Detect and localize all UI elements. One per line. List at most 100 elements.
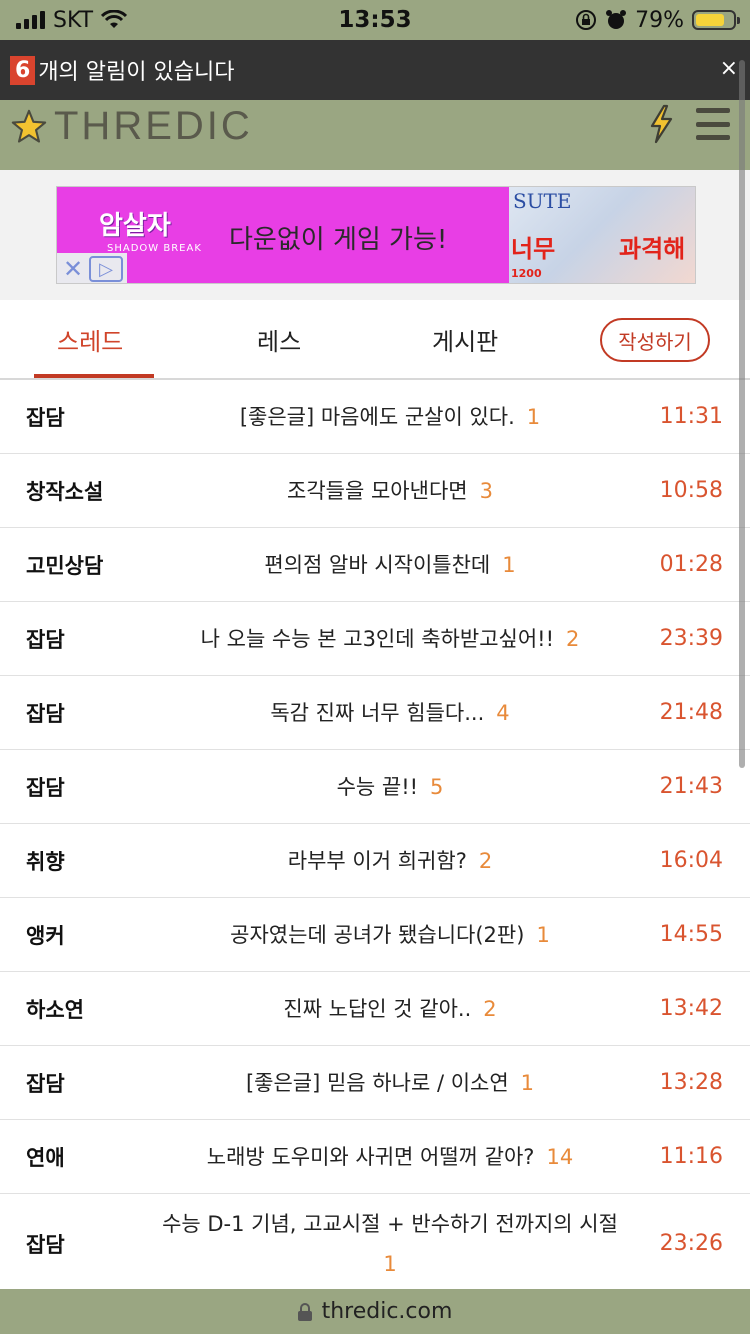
ad-right-image: SUTE 너무 과격해 1200 [509,187,695,283]
ad-banner[interactable]: 암살자 SHADOW BREAK 다운없이 게임 가능! SUTE 너무 과격해… [56,186,696,284]
thread-reply-count: 2 [478,848,493,873]
tab-boards[interactable]: 게시판 [432,322,498,357]
thread-title-cell[interactable]: 나 오늘 수능 본 고3인데 축하받고싶어!! 2 [140,602,640,675]
thread-row[interactable]: 고민상담 편의점 알바 시작이틀찬데 1 01:28 [0,528,750,602]
lightning-icon[interactable] [646,104,676,144]
hamburger-menu-icon[interactable] [696,108,730,140]
active-tab-indicator [34,374,154,378]
thread-title: 노래방 도우미와 사귀면 어떨꺼 같아? [206,1144,535,1169]
tab-threads[interactable]: 스레드 [57,322,123,357]
thread-category: 잡담 [26,1232,65,1257]
thread-title-cell[interactable]: [좋은글] 믿음 하나로 / 이소연 1 [140,1046,640,1119]
thread-category: 잡담 [26,405,65,430]
ad-right-text-2: 과격해 [619,235,686,263]
thread-title-cell[interactable]: 조각들을 모아낸다면 3 [140,454,640,527]
thread-title: [좋은글] 마음에도 군살이 있다. [239,404,515,429]
thread-category: 연애 [26,1145,65,1170]
thread-category: 잡담 [26,1071,65,1096]
thread-time: 10:58 [659,478,723,503]
thread-row[interactable]: 잡담 수능 끝!! 5 21:43 [0,750,750,824]
ad-right-small: 1200 [511,267,542,280]
thread-time: 23:26 [659,1231,723,1256]
thread-title: 편의점 알바 시작이틀찬데 [264,552,491,577]
thread-title-cell[interactable]: 편의점 알바 시작이틀찬데 1 [140,528,640,601]
thread-time: 11:16 [659,1144,723,1169]
thread-row[interactable]: 앵커 공자였는데 공녀가 됐습니다(2판) 1 14:55 [0,898,750,972]
thread-title: 나 오늘 수능 본 고3인데 축하받고싶어!! [200,626,554,651]
thread-category: 취향 [26,849,65,874]
thread-reply-count: 1 [520,1070,535,1095]
thread-title-cell[interactable]: 라부부 이거 희귀함? 2 [140,824,640,897]
thread-title-cell[interactable]: [좋은글] 마음에도 군살이 있다. 1 [140,380,640,453]
thread-title: 라부부 이거 희귀함? [287,848,467,873]
notification-close-button[interactable]: × [720,56,738,81]
thread-row[interactable]: 연애 노래방 도우미와 사귀면 어떨꺼 같아? 14 11:16 [0,1120,750,1194]
thread-title-cell[interactable]: 진짜 노답인 것 같아.. 2 [140,972,640,1045]
thread-row[interactable]: 잡담 나 오늘 수능 본 고3인데 축하받고싶어!! 2 23:39 [0,602,750,676]
status-left: SKT [16,8,128,33]
thread-row[interactable]: 잡담 수능 D-1 기념, 고교시절 + 반수하기 전까지의 시절 1 23:26 [0,1194,750,1294]
ad-area: 암살자 SHADOW BREAK 다운없이 게임 가능! SUTE 너무 과격해… [0,170,750,300]
ad-game-logo: 암살자 [99,211,171,241]
thread-row[interactable]: 취향 라부부 이거 희귀함? 2 16:04 [0,824,750,898]
thread-time: 11:31 [659,404,723,429]
status-bar: SKT 13:53 79% [0,0,750,40]
scrollbar[interactable] [739,60,745,768]
star-icon [11,109,47,143]
thread-title: [좋은글] 믿음 하나로 / 이소연 [245,1070,509,1095]
ad-choices-icon[interactable]: ▷ [89,256,123,282]
thread-reply-count: 1 [502,552,516,577]
notification-bar[interactable]: 6 개의 알림이 있습니다 × [0,40,750,100]
logo-text: THREDIC [54,104,253,148]
url-text: thredic.com [321,1299,453,1324]
write-button[interactable]: 작성하기 [600,318,710,362]
thread-reply-count: 1 [383,1251,397,1276]
thread-title-cell[interactable]: 공자였는데 공녀가 됐습니다(2판) 1 [140,898,640,971]
thread-reply-count: 2 [483,996,497,1021]
thread-list: 잡담 [좋은글] 마음에도 군살이 있다. 1 11:31 창작소설 조각들을 모… [0,380,750,1294]
thread-title: 수능 끝!! [336,774,419,799]
thread-title: 수능 D-1 기념, 고교시절 + 반수하기 전까지의 시절 [162,1211,618,1236]
notification-text: 개의 알림이 있습니다 [38,60,235,85]
url-bar[interactable]: thredic.com [0,1289,750,1334]
thread-time: 23:39 [659,626,723,651]
thread-category: 앵커 [26,923,65,948]
thread-time: 14:55 [659,922,723,947]
ad-right-text-1: 너무 [511,235,556,263]
site-header: THREDIC [0,100,750,170]
thread-reply-count: 4 [496,700,510,725]
ad-close-icon[interactable]: ✕ [57,255,89,283]
tab-bar: 스레드 레스 게시판 작성하기 [0,300,750,380]
battery-icon [692,10,740,30]
thread-title-cell[interactable]: 노래방 도우미와 사귀면 어떨꺼 같아? 14 [140,1120,640,1193]
thread-category: 창작소설 [26,479,104,504]
alarm-icon [606,10,627,29]
thread-title-cell[interactable]: 독감 진짜 너무 힘들다... 4 [140,676,640,749]
battery-percent: 79% [635,7,684,33]
thread-reply-count: 1 [526,404,541,429]
lock-icon [297,1302,312,1321]
thread-reply-count: 3 [479,478,493,503]
ad-headline: 다운없이 게임 가능! [229,225,448,255]
thread-title-cell[interactable]: 수능 D-1 기념, 고교시절 + 반수하기 전까지의 시절 1 [140,1194,640,1293]
thread-row[interactable]: 잡담 [좋은글] 마음에도 군살이 있다. 1 11:31 [0,380,750,454]
thread-category: 잡담 [26,627,65,652]
rotation-lock-icon [576,10,597,30]
thread-row[interactable]: 창작소설 조각들을 모아낸다면 3 10:58 [0,454,750,528]
ad-right-title: SUTE [513,189,572,213]
thread-time: 21:48 [659,700,723,725]
thread-reply-count: 5 [430,774,444,799]
thread-category: 잡담 [26,701,65,726]
thread-title: 독감 진짜 너무 힘들다... [270,700,485,725]
thread-title-cell[interactable]: 수능 끝!! 5 [140,750,640,823]
tab-res[interactable]: 레스 [257,322,301,357]
thread-title: 공자였는데 공녀가 됐습니다(2판) [230,922,525,947]
status-right: 79% [575,7,740,33]
notification-count-badge: 6 [10,55,36,85]
thread-title: 조각들을 모아낸다면 [287,478,468,503]
thread-row[interactable]: 하소연 진짜 노답인 것 같아.. 2 13:42 [0,972,750,1046]
thread-row[interactable]: 잡담 독감 진짜 너무 힘들다... 4 21:48 [0,676,750,750]
thread-time: 13:42 [659,996,723,1021]
site-logo[interactable]: THREDIC [10,104,253,149]
thread-row[interactable]: 잡담 [좋은글] 믿음 하나로 / 이소연 1 13:28 [0,1046,750,1120]
